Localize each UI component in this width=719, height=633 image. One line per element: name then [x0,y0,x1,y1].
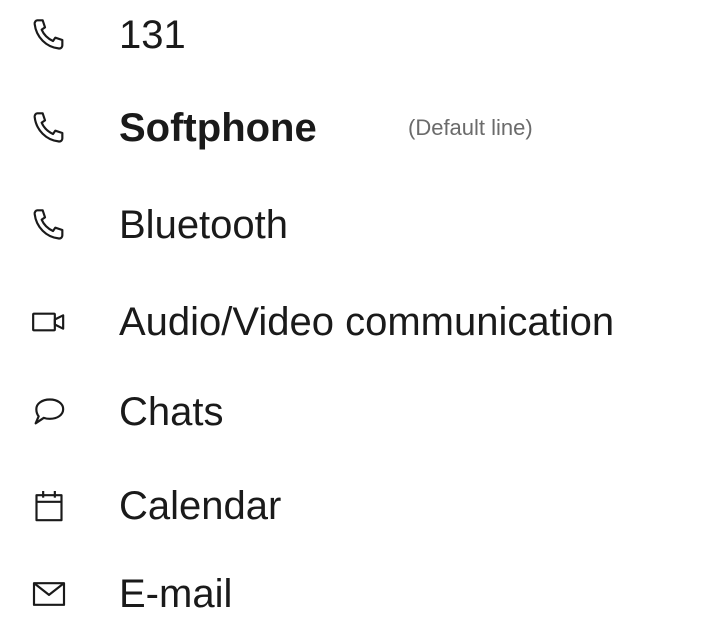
default-line-note: (Default line) [408,115,533,140]
menu-item-audio-video[interactable]: Audio/Video communication [0,283,719,361]
menu-item-label: Bluetooth [119,203,289,247]
menu-item-label: Audio/Video communication [119,300,615,344]
menu-item-label: Softphone [119,106,317,150]
phone-icon [26,202,72,248]
chat-bubble-icon [26,389,72,435]
phone-icon [26,12,72,58]
menu-item-calendar[interactable]: Calendar [0,467,719,545]
envelope-icon [26,571,72,617]
menu-item-email[interactable]: E-mail [0,555,719,633]
menu-item-bluetooth[interactable]: Bluetooth [0,186,719,264]
menu-item-softphone[interactable]: Softphone (Default line) [0,89,719,167]
menu-item-label: Calendar [119,484,282,528]
menu-item-label: 131 [119,13,186,57]
menu-item-131[interactable]: 131 [0,0,719,74]
phone-icon [26,105,72,151]
menu-item-label: E-mail [119,572,233,616]
video-camera-icon [26,299,72,345]
menu-item-label: Chats [119,390,224,434]
menu-item-chats[interactable]: Chats [0,373,719,451]
calendar-icon [26,483,72,529]
line-selection-menu: 131 Softphone (Default line) Bluetooth A… [0,0,719,616]
